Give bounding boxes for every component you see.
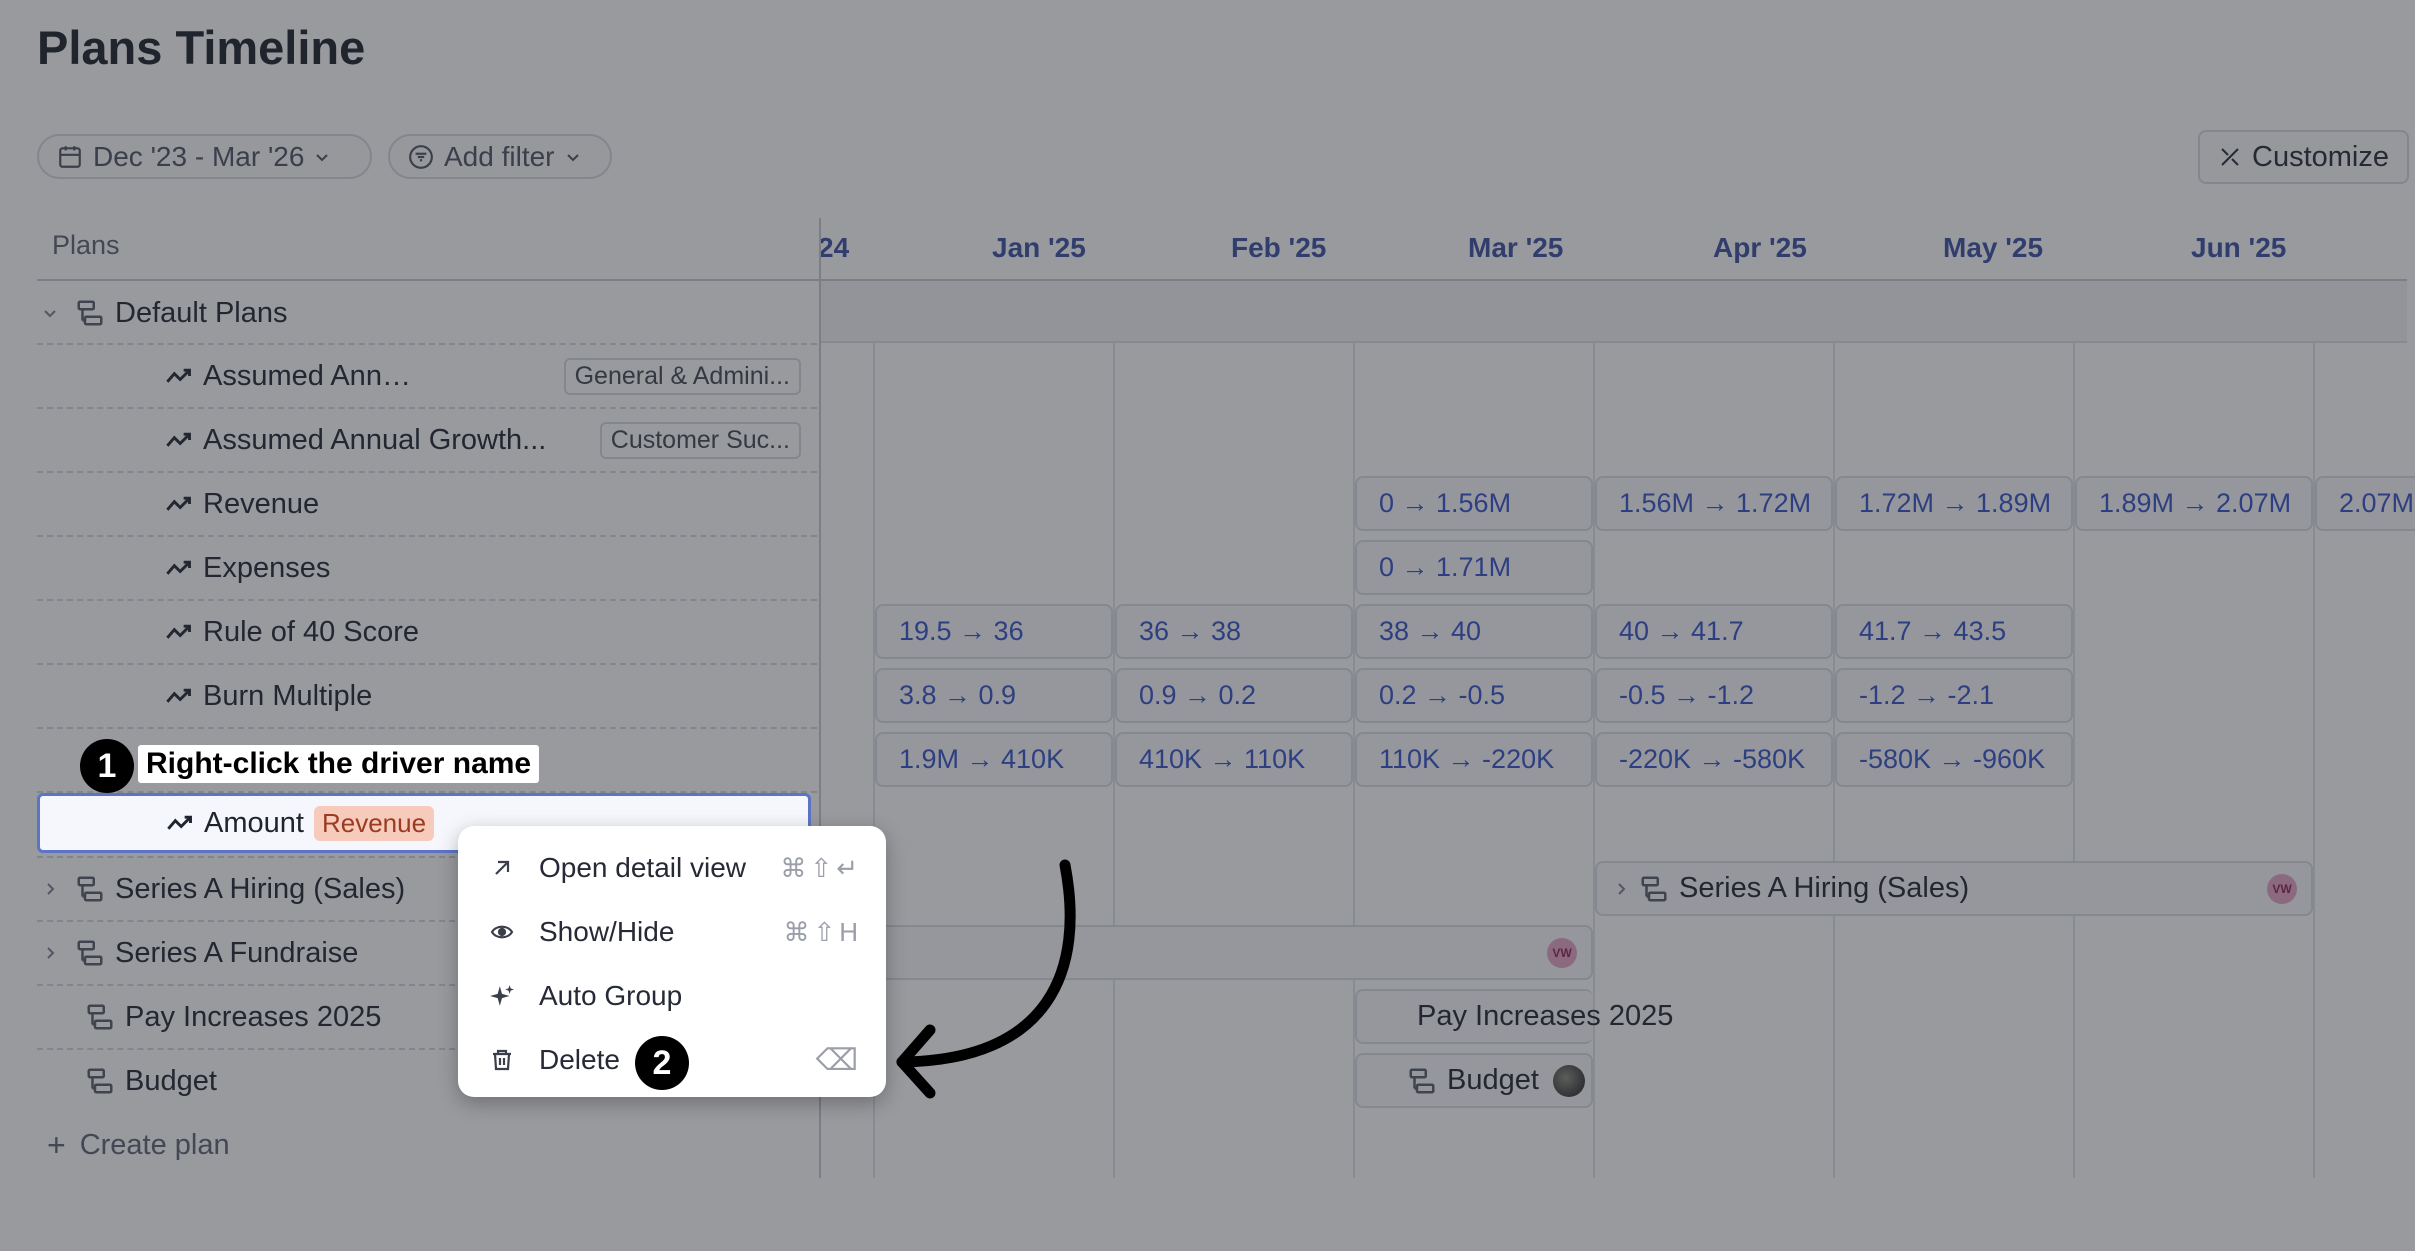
modal-overlay [0, 0, 2415, 1251]
menu-item-label: Auto Group [539, 980, 683, 1011]
backspace-icon: ⌫ [815, 1043, 862, 1077]
driver-name[interactable]: Amount [204, 807, 304, 840]
annotation-arrow-icon [896, 859, 1076, 1099]
menu-item-shortcut: ⌘⇧↵ [780, 852, 862, 883]
menu-item-shortcut: ⌘⇧H [783, 916, 862, 947]
menu-item-label: Delete [539, 1044, 620, 1075]
arrow-up-right-icon [488, 854, 516, 882]
eye-icon [488, 918, 516, 946]
step-1-instruction: Right-click the driver name [138, 745, 540, 783]
step-badge-2: 2 [635, 1036, 689, 1090]
revenue-tag: Revenue [313, 805, 435, 841]
step-badge-1: 1 [80, 739, 134, 793]
trend-icon [167, 815, 192, 830]
trash-icon [488, 1046, 516, 1074]
menu-item-auto-group[interactable]: Auto Group [458, 964, 886, 1028]
menu-item-open-detail-view[interactable]: Open detail view ⌘⇧↵ [458, 836, 886, 900]
menu-item-show-hide[interactable]: Show/Hide ⌘⇧H [458, 900, 886, 964]
menu-item-label: Show/Hide [539, 916, 675, 947]
menu-item-label: Open detail view [539, 852, 747, 883]
app-window: Plans Timeline Dec '23 - Mar '26 Add fil… [0, 0, 2415, 1251]
sparkle-icon [488, 982, 516, 1010]
